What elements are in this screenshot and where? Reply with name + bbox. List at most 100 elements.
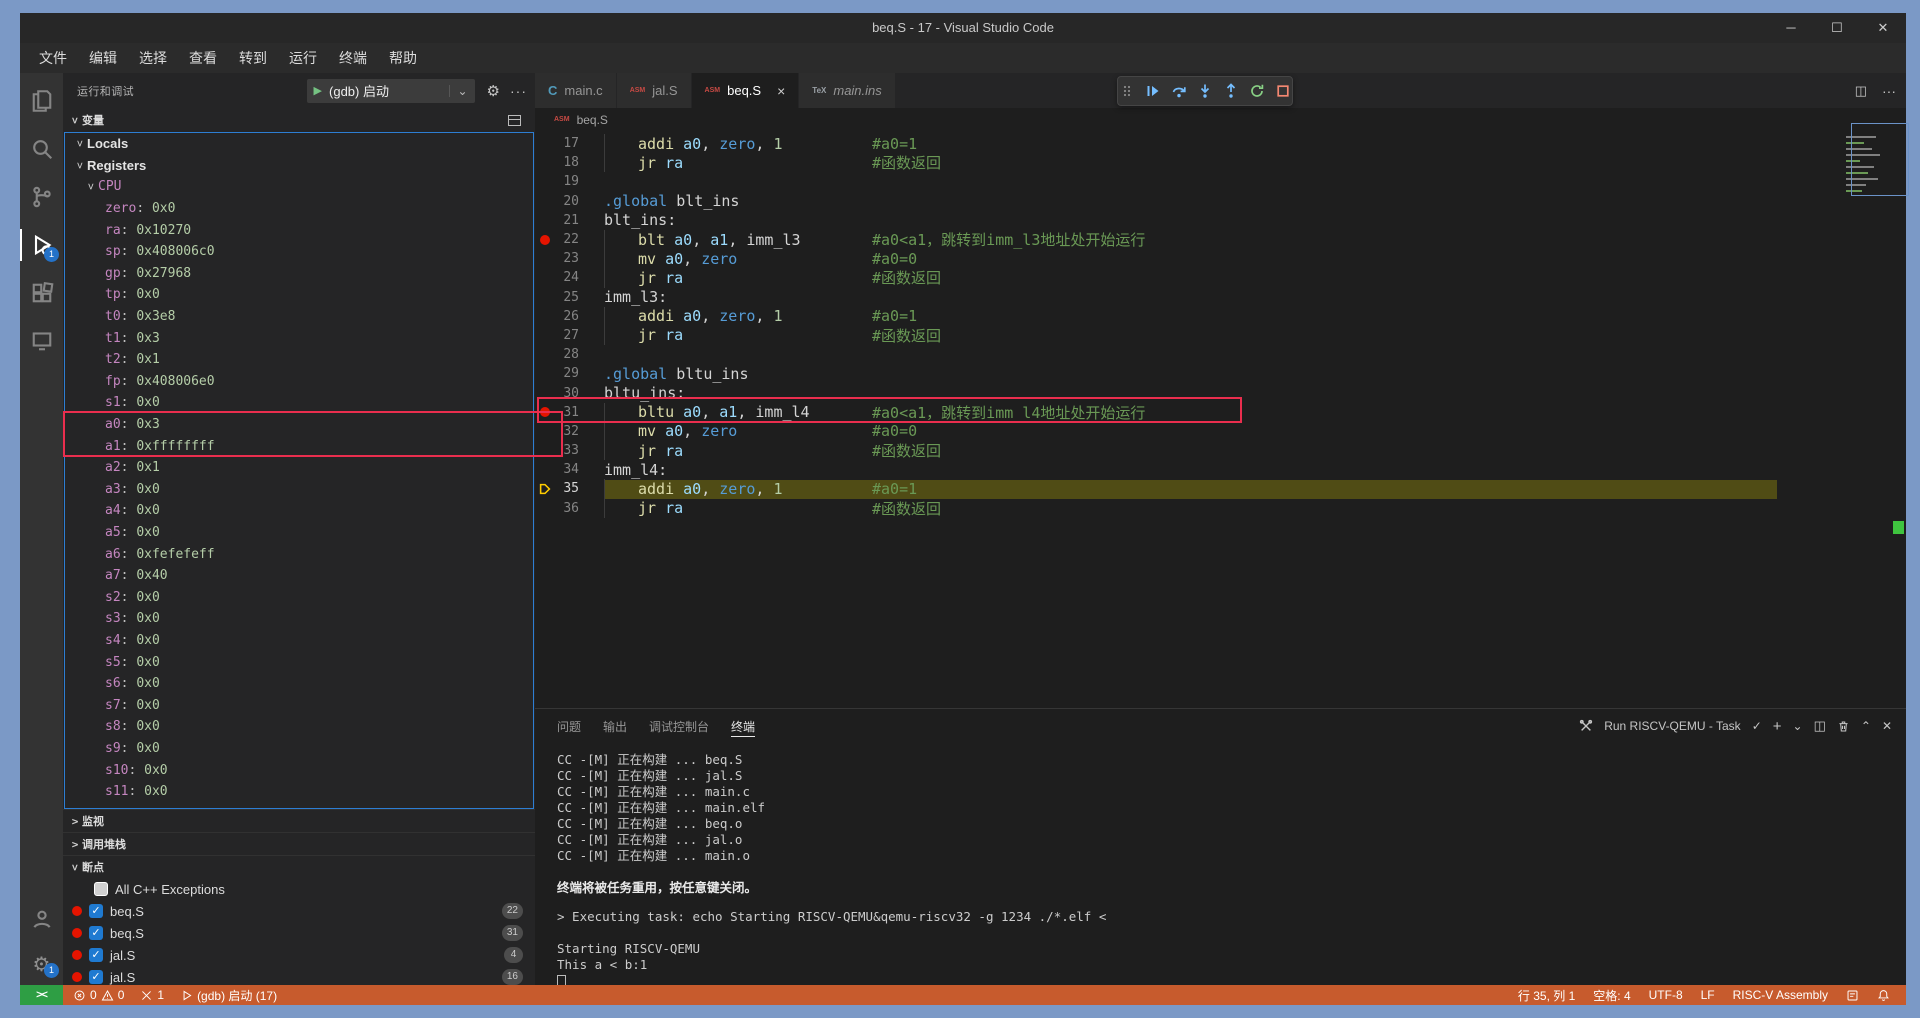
- register-row[interactable]: a2: 0x1: [65, 457, 533, 479]
- code-line-32[interactable]: 32mv a0, zero#a0=0: [535, 422, 1906, 441]
- register-row[interactable]: a7: 0x40: [65, 565, 533, 587]
- explorer-icon[interactable]: [20, 77, 63, 125]
- remote-indicator[interactable]: ><: [20, 985, 63, 1005]
- register-row[interactable]: s10: 0x0: [65, 759, 533, 781]
- run-debug-icon[interactable]: 1: [20, 221, 63, 269]
- register-row[interactable]: s11: 0x0: [65, 781, 533, 803]
- notifications-bell-icon[interactable]: [1877, 989, 1890, 1002]
- register-row[interactable]: a6: 0xfefefeff: [65, 543, 533, 565]
- problems-status[interactable]: 0 0: [73, 988, 124, 1002]
- encoding-status[interactable]: UTF-8: [1649, 988, 1683, 1002]
- continue-icon[interactable]: [1144, 80, 1161, 102]
- terminal-task-label[interactable]: Run RISCV-QEMU - Task: [1604, 719, 1740, 733]
- register-row[interactable]: a5: 0x0: [65, 522, 533, 544]
- checkbox-checked[interactable]: ✓: [89, 948, 103, 962]
- register-row[interactable]: s3: 0x0: [65, 608, 533, 630]
- terminal-dropdown-icon[interactable]: ⌄: [1793, 719, 1803, 733]
- code-line-21[interactable]: 21blt_ins:: [535, 211, 1906, 230]
- panel-tab-调试控制台[interactable]: 调试控制台: [638, 709, 720, 743]
- minimize-button[interactable]: ─: [1768, 13, 1814, 43]
- breakpoint-row[interactable]: ✓beq.S22: [63, 900, 535, 922]
- callstack-section-header[interactable]: 调用堆栈: [63, 832, 535, 855]
- code-line-17[interactable]: 17addi a0, zero, 1#a0=1: [535, 134, 1906, 153]
- code-line-26[interactable]: 26addi a0, zero, 1#a0=1: [535, 307, 1906, 326]
- register-row[interactable]: a4: 0x0: [65, 500, 533, 522]
- register-row[interactable]: s8: 0x0: [65, 716, 533, 738]
- checkbox-checked[interactable]: ✓: [89, 904, 103, 918]
- step-into-icon[interactable]: [1196, 80, 1213, 102]
- search-icon[interactable]: [20, 125, 63, 173]
- register-row[interactable]: t1: 0x3: [65, 327, 533, 349]
- checkbox-unchecked[interactable]: [94, 882, 108, 896]
- menu-item[interactable]: 运行: [278, 48, 328, 68]
- code-line-31[interactable]: 31bltu a0, a1, imm_l4#a0<a1，跳转到imm_l4地址处…: [535, 403, 1906, 422]
- register-row[interactable]: s2: 0x0: [65, 586, 533, 608]
- register-row[interactable]: s9: 0x0: [65, 738, 533, 760]
- code-line-24[interactable]: 24jr ra#函数返回: [535, 268, 1906, 287]
- register-row[interactable]: s7: 0x0: [65, 694, 533, 716]
- panel-tab-输出[interactable]: 输出: [592, 709, 638, 743]
- code-line-18[interactable]: 18jr ra#函数返回: [535, 153, 1906, 172]
- menu-item[interactable]: 选择: [128, 48, 178, 68]
- code-line-22[interactable]: 22blt a0, a1, imm_l3#a0<a1，跳转到imm_l3地址处开…: [535, 230, 1906, 249]
- breakpoint-gutter[interactable]: [535, 407, 555, 417]
- menu-item[interactable]: 转到: [228, 48, 278, 68]
- variables-section-header[interactable]: 变量: [63, 108, 535, 132]
- code-editor[interactable]: 17addi a0, zero, 1#a0=118jr ra#函数返回1920.…: [535, 131, 1906, 708]
- register-row[interactable]: sp: 0x408006c0: [65, 241, 533, 263]
- language-mode-status[interactable]: RISC-V Assembly: [1733, 988, 1828, 1002]
- code-line-30[interactable]: 30bltu_ins:: [535, 383, 1906, 402]
- close-icon[interactable]: ×: [777, 83, 785, 99]
- checkbox-checked[interactable]: ✓: [89, 970, 103, 984]
- menu-item[interactable]: 查看: [178, 48, 228, 68]
- step-out-icon[interactable]: [1223, 80, 1240, 102]
- breadcrumb[interactable]: ASM beq.S: [535, 108, 1906, 131]
- editor-tab-main.c[interactable]: Cmain.c: [535, 73, 617, 108]
- panel-tab-终端[interactable]: 终端: [720, 709, 766, 743]
- running-tasks-status[interactable]: 1: [140, 988, 164, 1002]
- register-row[interactable]: a3: 0x0: [65, 479, 533, 501]
- close-button[interactable]: ✕: [1860, 13, 1906, 43]
- register-row[interactable]: a0: 0x3: [65, 414, 533, 436]
- code-line-28[interactable]: 28: [535, 345, 1906, 364]
- code-line-23[interactable]: 23mv a0, zero#a0=0: [535, 249, 1906, 268]
- source-control-icon[interactable]: [20, 173, 63, 221]
- menu-item[interactable]: 帮助: [378, 48, 428, 68]
- breakpoint-gutter[interactable]: [535, 235, 555, 245]
- remote-explorer-icon[interactable]: [20, 317, 63, 365]
- code-line-20[interactable]: 20.global blt_ins: [535, 192, 1906, 211]
- code-line-34[interactable]: 34imm_l4:: [535, 460, 1906, 479]
- launch-config-dropdown[interactable]: ▶ (gdb) 启动 ⌄: [307, 79, 475, 103]
- toolbar-grip[interactable]: [1118, 80, 1135, 102]
- register-row[interactable]: ra: 0x10270: [65, 219, 533, 241]
- maximize-panel-icon[interactable]: ⌃: [1861, 719, 1871, 733]
- launch-settings-gear-icon[interactable]: ⚙: [487, 82, 500, 100]
- code-line-33[interactable]: 33jr ra#函数返回: [535, 441, 1906, 460]
- split-editor-icon[interactable]: ◫: [1855, 83, 1867, 99]
- register-row[interactable]: s5: 0x0: [65, 651, 533, 673]
- maximize-button[interactable]: ☐: [1814, 13, 1860, 43]
- menu-item[interactable]: 编辑: [78, 48, 128, 68]
- breakpoint-row[interactable]: ✓beq.S31: [63, 922, 535, 944]
- editor-tab-main.ins[interactable]: TeXmain.ins: [799, 73, 896, 108]
- register-row[interactable]: s4: 0x0: [65, 630, 533, 652]
- menu-item[interactable]: 文件: [28, 48, 78, 68]
- code-line-25[interactable]: 25imm_l3:: [535, 288, 1906, 307]
- sidebar-more-actions[interactable]: ···: [510, 83, 527, 99]
- code-line-29[interactable]: 29.global bltu_ins: [535, 364, 1906, 383]
- panel-tab-问题[interactable]: 问题: [546, 709, 592, 743]
- register-row[interactable]: gp: 0x27968: [65, 263, 533, 285]
- code-line-19[interactable]: 19: [535, 172, 1906, 191]
- register-row[interactable]: fp: 0x408006e0: [65, 371, 533, 393]
- editor-more-actions[interactable]: ···: [1882, 83, 1896, 99]
- register-row[interactable]: s6: 0x0: [65, 673, 533, 695]
- panel-layout-icon[interactable]: [508, 115, 521, 126]
- register-row[interactable]: zero: 0x0: [65, 198, 533, 220]
- execution-arrow-gutter[interactable]: [535, 482, 555, 496]
- restart-icon[interactable]: [1249, 80, 1266, 102]
- editor-tab-jal.S[interactable]: ASMjal.S: [617, 73, 692, 108]
- register-row[interactable]: a1: 0xffffffff: [65, 435, 533, 457]
- stop-icon[interactable]: [1275, 80, 1292, 102]
- register-row[interactable]: t2: 0x1: [65, 349, 533, 371]
- register-row[interactable]: s1: 0x0: [65, 392, 533, 414]
